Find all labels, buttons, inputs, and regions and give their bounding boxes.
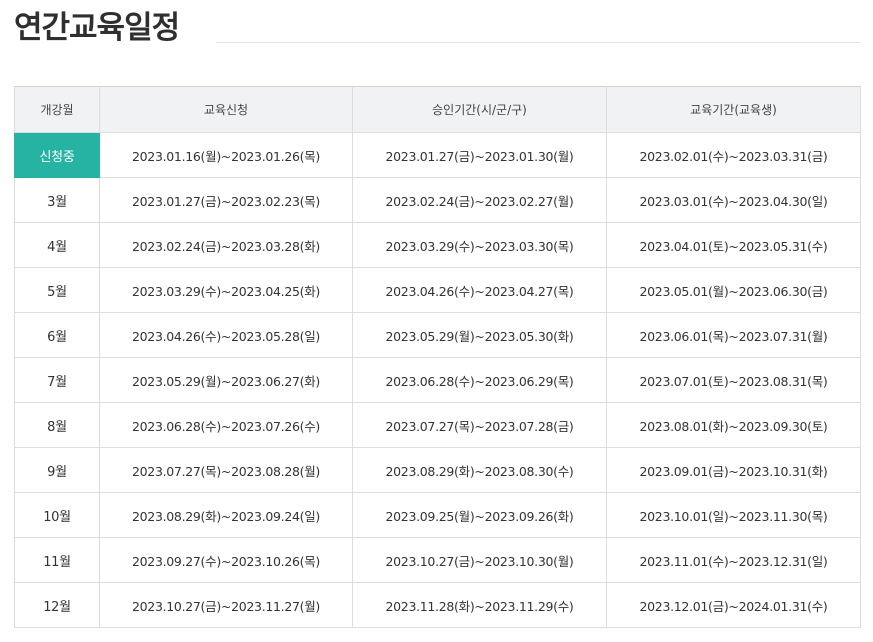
apply-period-cell: 2023.10.27(금)~2023.11.27(월): [99, 582, 353, 628]
month-cell: 6월: [14, 312, 100, 358]
approval-period-cell: 2023.04.26(수)~2023.04.27(목): [352, 267, 607, 313]
month-cell: 10월: [14, 492, 100, 538]
apply-period-cell: 2023.02.24(금)~2023.03.28(화): [99, 222, 353, 268]
education-period-cell: 2023.04.01(토)~2023.05.31(수): [606, 222, 861, 268]
table-row: 12월 2023.10.27(금)~2023.11.27(월) 2023.11.28…: [14, 582, 861, 628]
education-period-cell: 2023.11.01(수)~2023.12.31(일): [606, 537, 861, 583]
table-row: 6월 2023.04.26(수)~2023.05.28(일) 2023.05.29(…: [14, 312, 861, 358]
month-cell: 9월: [14, 447, 100, 493]
apply-period-cell: 2023.01.16(월)~2023.01.26(목): [99, 132, 353, 178]
education-period-cell: 2023.07.01(토)~2023.08.31(목): [606, 357, 861, 403]
approval-period-cell: 2023.11.28(화)~2023.11.29(수): [352, 582, 607, 628]
apply-period-cell: 2023.05.29(월)~2023.06.27(화): [99, 357, 353, 403]
apply-period-cell: 2023.08.29(화)~2023.09.24(일): [99, 492, 353, 538]
approval-period-cell: 2023.06.28(수)~2023.06.29(목): [352, 357, 607, 403]
month-cell: 11월: [14, 537, 100, 583]
annual-schedule-table: 개강월 교육신청 승인기간(시/군/구) 교육기간(교육생) 신청중 2023.0…: [14, 86, 861, 628]
education-period-cell: 2023.03.01(수)~2023.04.30(일): [606, 177, 861, 223]
approval-period-cell: 2023.03.29(수)~2023.03.30(목): [352, 222, 607, 268]
month-cell: 7월: [14, 357, 100, 403]
approval-period-cell: 2023.09.25(월)~2023.09.26(화): [352, 492, 607, 538]
approval-period-cell: 2023.10.27(금)~2023.10.30(월): [352, 537, 607, 583]
table-row: 3월 2023.01.27(금)~2023.02.23(목) 2023.02.24(…: [14, 177, 861, 223]
education-period-cell: 2023.10.01(일)~2023.11.30(목): [606, 492, 861, 538]
header-apply: 교육신청: [99, 86, 353, 133]
education-period-cell: 2023.08.01(화)~2023.09.30(토): [606, 402, 861, 448]
month-cell: 12월: [14, 582, 100, 628]
education-period-cell: 2023.12.01(금)~2024.01.31(수): [606, 582, 861, 628]
approval-period-cell: 2023.01.27(금)~2023.01.30(월): [352, 132, 607, 178]
apply-period-cell: 2023.01.27(금)~2023.02.23(목): [99, 177, 353, 223]
month-cell[interactable]: 신청중: [14, 132, 100, 178]
month-cell: 4월: [14, 222, 100, 268]
education-period-cell: 2023.06.01(목)~2023.07.31(월): [606, 312, 861, 358]
month-cell: 8월: [14, 402, 100, 448]
approval-period-cell: 2023.08.29(화)~2023.08.30(수): [352, 447, 607, 493]
apply-period-cell: 2023.03.29(수)~2023.04.25(화): [99, 267, 353, 313]
apply-period-cell: 2023.04.26(수)~2023.05.28(일): [99, 312, 353, 358]
table-body: 신청중 2023.01.16(월)~2023.01.26(목) 2023.01.27…: [14, 132, 861, 628]
month-cell: 5월: [14, 267, 100, 313]
header-edu: 교육기간(교육생): [606, 86, 861, 133]
approval-period-cell: 2023.07.27(목)~2023.07.28(금): [352, 402, 607, 448]
approval-period-cell: 2023.05.29(월)~2023.05.30(화): [352, 312, 607, 358]
approval-period-cell: 2023.02.24(금)~2023.02.27(월): [352, 177, 607, 223]
apply-period-cell: 2023.06.28(수)~2023.07.26(수): [99, 402, 353, 448]
table-row: 9월 2023.07.27(목)~2023.08.28(월) 2023.08.29(…: [14, 447, 861, 493]
table-row: 7월 2023.05.29(월)~2023.06.27(화) 2023.06.28(…: [14, 357, 861, 403]
page: 연간교육일정 개강월 교육신청 승인기간(시/군/구) 교육기간(교육생) 신청…: [0, 0, 873, 642]
apply-period-cell: 2023.07.27(목)~2023.08.28(월): [99, 447, 353, 493]
table-row: 신청중 2023.01.16(월)~2023.01.26(목) 2023.01.27…: [14, 132, 861, 178]
title-row: 연간교육일정: [14, 8, 860, 48]
education-period-cell: 2023.09.01(금)~2023.10.31(화): [606, 447, 861, 493]
table-row: 8월 2023.06.28(수)~2023.07.26(수) 2023.07.27(…: [14, 402, 861, 448]
education-period-cell: 2023.02.01(수)~2023.03.31(금): [606, 132, 861, 178]
header-approve: 승인기간(시/군/구): [352, 86, 607, 133]
table-row: 10월 2023.08.29(화)~2023.09.24(일) 2023.09.25…: [14, 492, 861, 538]
table-row: 11월 2023.09.27(수)~2023.10.26(목) 2023.10.27…: [14, 537, 861, 583]
page-title: 연간교육일정: [14, 10, 180, 46]
month-cell: 3월: [14, 177, 100, 223]
table-row: 4월 2023.02.24(금)~2023.03.28(화) 2023.03.29(…: [14, 222, 861, 268]
table-row: 5월 2023.03.29(수)~2023.04.25(화) 2023.04.26(…: [14, 267, 861, 313]
education-period-cell: 2023.05.01(월)~2023.06.30(금): [606, 267, 861, 313]
header-month: 개강월: [14, 86, 100, 133]
table-header-row: 개강월 교육신청 승인기간(시/군/구) 교육기간(교육생): [14, 86, 861, 133]
apply-period-cell: 2023.09.27(수)~2023.10.26(목): [99, 537, 353, 583]
title-divider: [216, 42, 860, 43]
